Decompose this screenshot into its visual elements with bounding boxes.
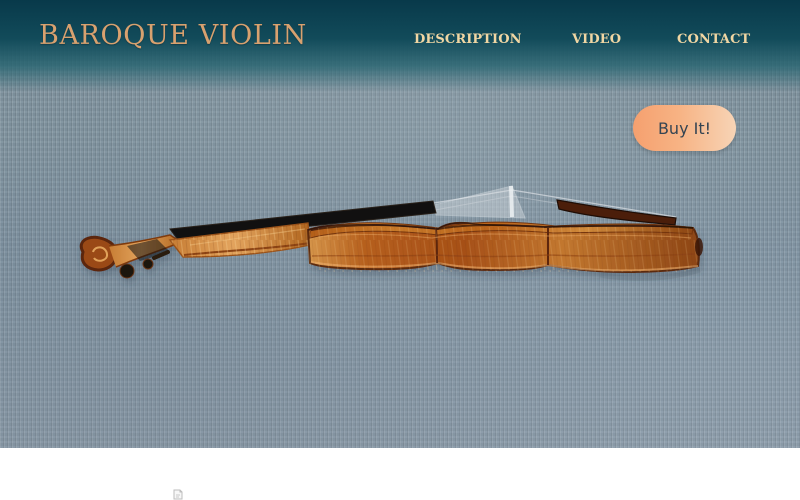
nav-contact-link[interactable]: CONTACT (677, 31, 750, 49)
small-document-icon-svg (173, 489, 183, 500)
baroque-violin-page: Baroque Violin DESCRIPTION VIDEO CONTACT… (0, 0, 800, 500)
nav-description-link[interactable]: DESCRIPTION (414, 31, 522, 49)
small-document-icon (172, 489, 184, 500)
white-content-strip (0, 448, 800, 500)
brand-title: Baroque Violin (39, 20, 307, 51)
nav-video-link[interactable]: VIDEO (572, 31, 621, 49)
buy-it-button[interactable]: Buy It! (633, 105, 736, 151)
violin-hero-image: Baroque Violin DESCRIPTION VIDEO CONTACT… (0, 0, 800, 448)
